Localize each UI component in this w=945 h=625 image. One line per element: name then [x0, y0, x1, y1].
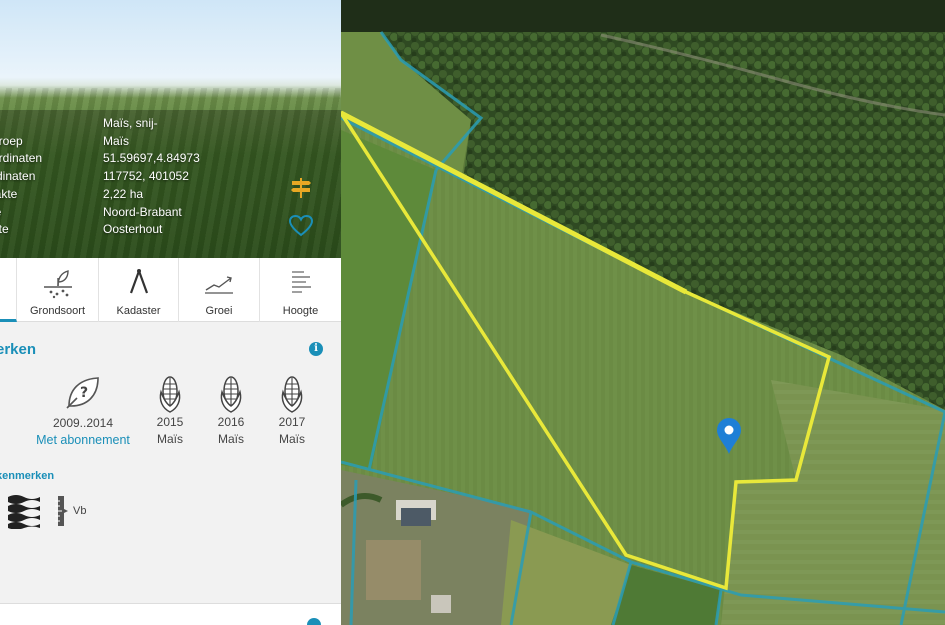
tab-label: Groei [205, 305, 233, 317]
field-photo: Maïs, snij- groep Maïs ördinaten 51.5969… [0, 0, 341, 258]
tab-kadaster[interactable]: Kadaster [99, 258, 179, 322]
height-lines-icon [291, 271, 311, 293]
tab-grondsoort[interactable]: Grondsoort [17, 258, 99, 322]
crop-history-unknown: ? 2009..2014 Met abonnement [30, 374, 136, 449]
water-waves-icon [6, 493, 44, 534]
info-key: lakte [0, 187, 18, 201]
info-icon[interactable] [307, 618, 321, 625]
info-value: Oosterhout [103, 222, 163, 236]
parcel-info-panel: Maïs, snij- groep Maïs ördinaten 51.5969… [0, 0, 341, 625]
tab-label: Grondsoort [29, 305, 86, 317]
crop-history-2015: 2015 Maïs [152, 374, 188, 448]
tab-groei[interactable]: Groei [179, 258, 260, 322]
corn-icon [159, 376, 181, 413]
soil-sprout-icon [43, 270, 72, 299]
crop-history-2017: 2017 Maïs [274, 374, 310, 448]
vb-ruler-icon [53, 495, 69, 532]
info-key: groep [0, 134, 23, 148]
tab-hoogte[interactable]: Hoogte [260, 258, 341, 322]
crop-years: 2009..2014 [52, 416, 114, 430]
crop-year: 2016 [217, 415, 245, 429]
info-icon[interactable]: i [309, 342, 323, 356]
info-key: ördinaten [0, 151, 43, 165]
tab-overview[interactable] [0, 258, 17, 322]
section-title: erken [0, 341, 37, 358]
svg-text:?: ? [80, 385, 88, 401]
info-value: 117752, 401052 [103, 169, 189, 183]
crop-name: Maïs [217, 432, 244, 446]
subscription-link[interactable]: Met abonnement [30, 432, 136, 449]
info-key: nte [0, 222, 9, 236]
crop-name: Maïs [278, 432, 305, 446]
heart-icon[interactable] [288, 214, 314, 243]
vb-label: Vb [73, 505, 87, 517]
corn-icon [281, 376, 303, 413]
satellite-map[interactable] [341, 0, 945, 625]
features-title: kenmerken [0, 470, 55, 482]
info-value: Noord-Brabant [103, 205, 182, 219]
map-canvas [341, 0, 945, 625]
crop-name: Maïs [156, 432, 183, 446]
info-value: Maïs, snij- [103, 116, 158, 130]
info-key: rdinaten [0, 169, 36, 183]
tab-label: Hoogte [282, 305, 319, 317]
cadastre-compass-icon [129, 269, 148, 294]
question-leaf-icon: ? [66, 377, 99, 409]
tab-label: Kadaster [116, 305, 161, 317]
signpost-icon[interactable] [289, 176, 313, 205]
info-value: Maïs [103, 134, 130, 148]
tab-bar: Grondsoort Kadaster Groei Hoogte [0, 258, 341, 322]
info-value: 51.59697,4.84973 [103, 151, 200, 165]
crop-year: 2015 [156, 415, 184, 429]
growth-chart-icon [205, 276, 233, 294]
next-section-header [0, 603, 341, 625]
info-value: 2,22 ha [103, 187, 144, 201]
crop-history-2016: 2016 Maïs [213, 374, 249, 448]
corn-icon [220, 376, 242, 413]
crop-year: 2017 [278, 415, 306, 429]
info-key: ie [0, 205, 92, 219]
